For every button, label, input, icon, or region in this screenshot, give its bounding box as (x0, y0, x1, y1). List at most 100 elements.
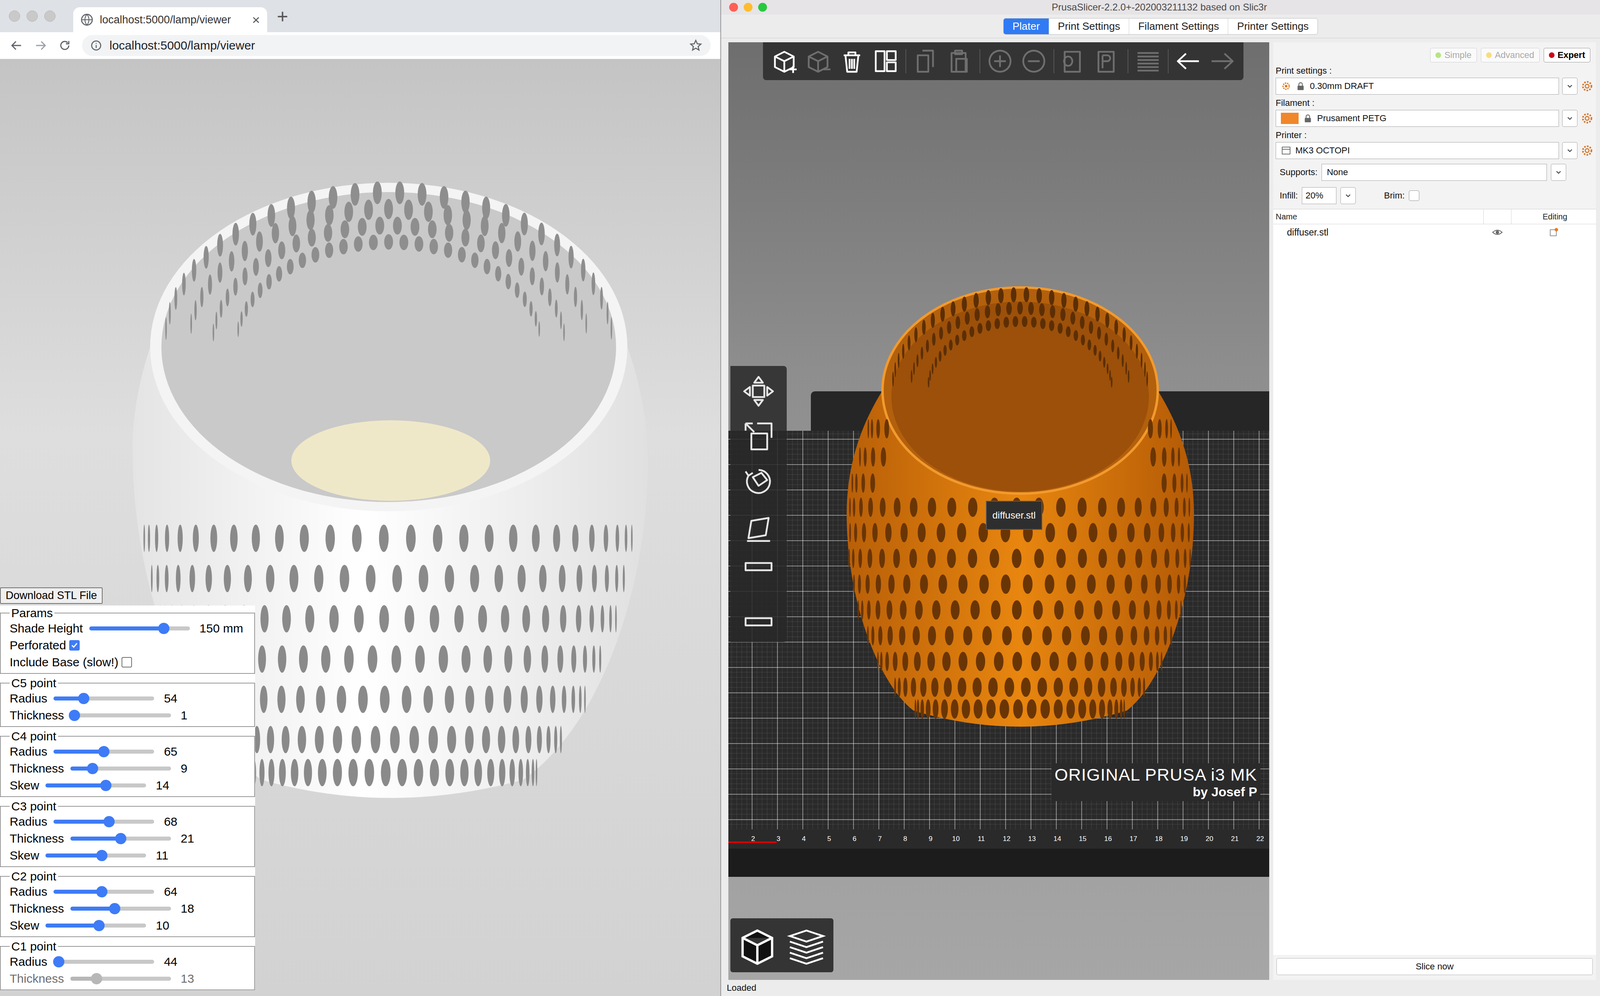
preview-layers-icon[interactable] (784, 922, 829, 968)
ruler-number: 21 (1222, 834, 1248, 843)
slider[interactable] (70, 906, 172, 911)
x-axis-line (728, 841, 777, 843)
mode-button[interactable]: Simple (1430, 47, 1477, 63)
zoom-window-button[interactable] (44, 10, 56, 22)
mode-button[interactable]: Advanced (1480, 47, 1540, 63)
edit-icon[interactable] (1548, 226, 1559, 238)
ruler-number: 8 (892, 834, 918, 843)
browser-tab[interactable]: localhost:5000/lamp/viewer× (73, 7, 268, 33)
close-window-button[interactable] (729, 2, 739, 12)
point-fieldset: C3 pointRadius68Thickness21Skew11 (0, 799, 256, 867)
gizmo-tool-icon[interactable] (741, 418, 776, 454)
dropdown-button[interactable] (1562, 142, 1578, 159)
minimize-window-button[interactable] (26, 10, 38, 22)
gizmo-tool-icon[interactable] (741, 373, 776, 409)
gear-icon[interactable] (1580, 144, 1594, 157)
slider-row: Skew10 (9, 916, 248, 934)
preset-combo[interactable]: MK3 OCTOPI (1275, 142, 1559, 159)
preset-combo[interactable]: Prusament PETG (1275, 109, 1559, 127)
slider-reading: 150 mm (199, 621, 244, 636)
object-tooltip: diffuser.stl (985, 500, 1043, 530)
slider[interactable] (53, 749, 155, 754)
slider-label: Skew (9, 848, 40, 862)
ruler-number: 4 (791, 834, 817, 843)
slider[interactable] (53, 819, 155, 824)
slider[interactable] (89, 626, 190, 631)
slider[interactable] (45, 923, 147, 928)
gizmo-tool-icon[interactable] (741, 463, 776, 499)
reload-icon[interactable] (57, 38, 72, 53)
mode-dot (1435, 52, 1442, 58)
supports-value: None (1326, 167, 1349, 178)
tab[interactable]: Filament Settings (1128, 18, 1228, 35)
slider[interactable] (70, 836, 172, 841)
bookmark-star-icon[interactable] (688, 38, 703, 53)
gizmo-tool-icon[interactable] (741, 599, 776, 634)
ruler-number: 22 (1247, 834, 1270, 843)
toolbar-tool-icon[interactable] (770, 47, 799, 76)
slider[interactable] (45, 853, 147, 858)
slider-row: Radius64 (9, 882, 248, 900)
tab[interactable]: Print Settings (1048, 18, 1130, 35)
close-window-button[interactable] (8, 10, 21, 22)
mode-dot (1548, 52, 1555, 58)
fieldset-legend: C4 point (9, 729, 58, 743)
slice-now-button[interactable]: Slice now (1276, 957, 1593, 975)
gear-icon[interactable] (1580, 111, 1594, 125)
object-row[interactable]: diffuser.stl (1273, 224, 1596, 241)
column-header[interactable]: Editing (1511, 212, 1596, 222)
tab-strip: PlaterPrint SettingsFilament SettingsPri… (721, 14, 1600, 39)
supports-combo[interactable]: None (1321, 163, 1547, 181)
zoom-window-button[interactable] (758, 2, 768, 12)
toolbar-tool-icon[interactable] (1174, 47, 1203, 76)
slider-row: Radius65 (9, 742, 248, 760)
slider[interactable] (53, 889, 155, 894)
slider[interactable] (45, 783, 147, 788)
3d-viewer[interactable]: Download STL FileParamsShade Height150 m… (0, 59, 721, 996)
new-tab-button[interactable]: + (272, 5, 289, 28)
dropdown-button[interactable] (1340, 187, 1356, 205)
toolbar-tool-icon[interactable] (871, 47, 900, 76)
fieldset-legend: C3 point (9, 799, 58, 813)
slider-reading: 68 (163, 814, 178, 829)
ruler-number: 13 (1019, 834, 1045, 843)
slider[interactable] (53, 696, 155, 701)
slider-reading: 1 (180, 708, 188, 722)
column-header[interactable]: Name (1273, 212, 1484, 222)
infill-combo[interactable]: 20% (1301, 187, 1337, 205)
checkbox[interactable] (69, 639, 80, 651)
slider-label: Thickness (9, 761, 64, 776)
download-stl-button[interactable]: Download STL File (0, 587, 103, 604)
back-arrow-icon[interactable] (9, 38, 24, 53)
toolbar-tool-icon[interactable] (837, 47, 866, 76)
tab[interactable]: Printer Settings (1227, 18, 1318, 35)
brim-checkbox[interactable] (1408, 190, 1420, 201)
gizmo-tool-icon[interactable] (741, 554, 776, 589)
dropdown-button[interactable] (1550, 163, 1567, 181)
ruler-number: 5 (816, 834, 842, 843)
tab-close-button[interactable]: × (251, 12, 260, 28)
ruler-number: 9 (917, 834, 944, 843)
forward-arrow-icon[interactable] (33, 38, 48, 53)
minimize-window-button[interactable] (743, 2, 753, 12)
checkbox-label: Perforated (9, 638, 66, 652)
preset-value: MK3 OCTOPI (1295, 145, 1350, 156)
slider[interactable] (70, 713, 172, 718)
mode-button[interactable]: Expert (1543, 47, 1591, 63)
slider[interactable] (53, 959, 155, 964)
tab[interactable]: Plater (1003, 18, 1049, 35)
gizmo-tool-icon[interactable] (741, 509, 776, 544)
info-icon[interactable] (90, 39, 103, 52)
dropdown-button[interactable] (1562, 77, 1578, 95)
chevron-down-icon (1554, 168, 1563, 177)
preset-combo[interactable]: 0.30mm DRAFT (1275, 77, 1559, 95)
gear-icon[interactable] (1580, 79, 1594, 93)
slider[interactable] (70, 766, 172, 771)
eye-icon[interactable] (1491, 226, 1504, 238)
3d-view-cube-icon[interactable] (735, 922, 780, 968)
slider-label: Skew (9, 918, 40, 932)
dropdown-button[interactable] (1562, 109, 1578, 127)
3d-scene[interactable]: ORIGINAL PRUSA i3 MKby Josef P2345678910… (728, 42, 1270, 980)
checkbox[interactable] (121, 656, 132, 668)
url-field[interactable]: localhost:5000/lamp/viewer (82, 35, 711, 56)
